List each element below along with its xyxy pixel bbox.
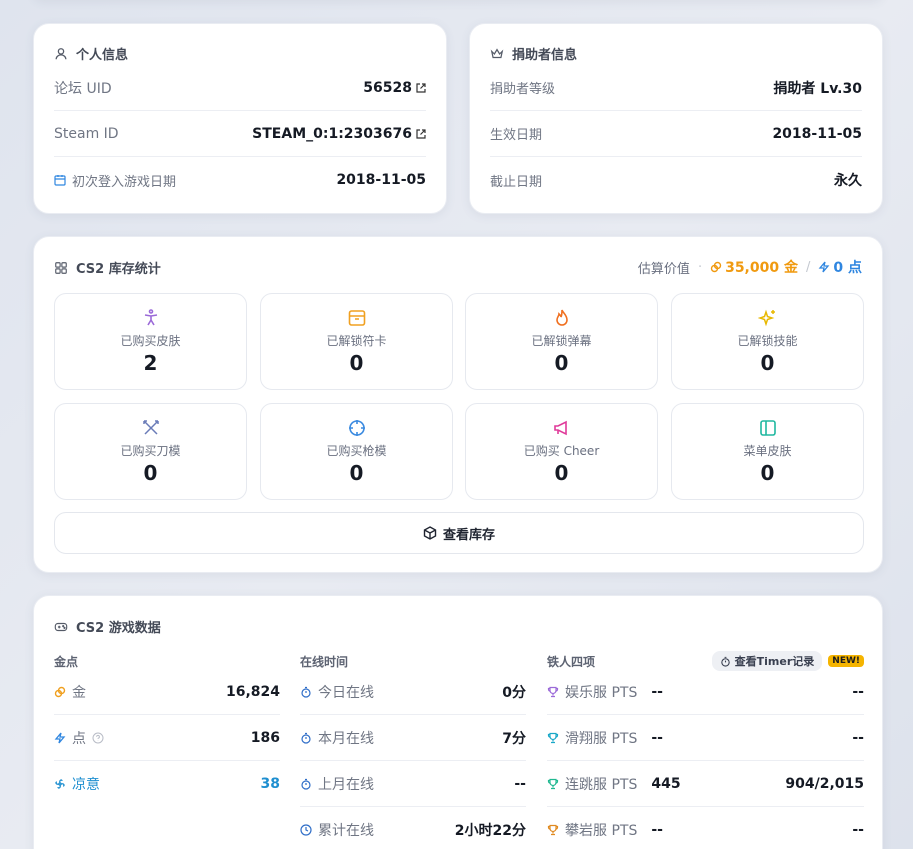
- stat-skins[interactable]: 已购买皮肤 2: [54, 293, 247, 390]
- game-data-title: CS2 游戏数据: [54, 617, 161, 636]
- link-coin-icon: [710, 261, 722, 273]
- megaphone-icon: [553, 420, 567, 436]
- swords-icon: [142, 420, 159, 435]
- trophy-icon: [547, 732, 559, 743]
- expiry-date-value: 永久: [834, 173, 862, 189]
- bolt-icon: [818, 261, 830, 273]
- uid-link[interactable]: 56528: [363, 80, 426, 96]
- box-icon: [423, 526, 437, 540]
- online-today-row: 今日在线 0分: [300, 669, 526, 715]
- external-link-icon: [416, 82, 426, 93]
- estimate-label: 估算价值: [637, 261, 690, 277]
- online-time-header: 在线时间: [300, 655, 349, 669]
- stopwatch-icon: [301, 732, 311, 744]
- inventory-card: CS2 库存统计 估算价值 · 35,000 金 / 0 点 已购买皮肤 2 已…: [33, 236, 883, 573]
- link-coin-icon: [54, 686, 66, 697]
- game-data-card: CS2 游戏数据 金点 金 16,824 点 186 凉意 38 在线时间 今日…: [33, 595, 883, 849]
- crown-icon: [490, 47, 504, 58]
- flame-icon: [555, 309, 568, 326]
- ironman-row: 攀岩服 PTS -- --: [547, 807, 864, 849]
- stat-knife-models[interactable]: 已购买刀模 0: [54, 403, 247, 500]
- personal-info-title: 个人信息: [54, 44, 426, 63]
- stat-cheer[interactable]: 已购买 Cheer 0: [465, 403, 658, 500]
- steam-id-link[interactable]: STEAM_0:1:2303676: [252, 126, 426, 142]
- grid-icon: [55, 261, 67, 274]
- personal-info-card: 个人信息 论坛 UID 56528 Steam ID STEAM_0:1:230…: [33, 23, 447, 214]
- value-separator: /: [805, 259, 811, 275]
- first-login-value: 2018-11-05: [336, 172, 426, 188]
- trophy-icon: [547, 824, 559, 836]
- effective-date-label: 生效日期: [490, 128, 543, 143]
- expiry-date-label: 截止日期: [490, 174, 543, 190]
- ironman-row: 连跳服 PTS 445 904/2,015: [547, 761, 864, 807]
- effective-date-row: 生效日期 2018-11-05: [490, 111, 862, 157]
- ironman-row: 娱乐服 PTS -- --: [547, 669, 864, 715]
- view-inventory-button[interactable]: 查看库存: [54, 512, 864, 554]
- bolt-icon: [54, 732, 66, 743]
- first-login-row: 初次登入游戏日期 2018-11-05: [54, 157, 426, 203]
- online-month-row: 本月在线 7分: [300, 715, 526, 761]
- crosshair-icon: [348, 420, 365, 436]
- stat-menu-skins[interactable]: 菜单皮肤 0: [671, 403, 864, 500]
- external-link-icon: [416, 128, 426, 139]
- new-badge: NEW!: [828, 655, 864, 667]
- stopwatch-icon: [720, 656, 730, 667]
- calendar-icon: [54, 175, 66, 186]
- steam-id-row: Steam ID STEAM_0:1:2303676: [54, 111, 426, 157]
- ironman-header: 铁人四项: [547, 654, 596, 669]
- effective-date-value: 2018-11-05: [772, 125, 862, 142]
- donor-level-row: 捐助者等级 捐助者 Lv.30: [490, 65, 862, 111]
- stat-barrage[interactable]: 已解锁弹幕 0: [465, 293, 658, 390]
- points-estimate: 0 点: [818, 257, 862, 277]
- user-icon: [55, 47, 67, 59]
- clock-icon: [300, 824, 312, 836]
- online-total-row: 累计在线 2小时22分: [300, 807, 526, 849]
- stat-skills[interactable]: 已解锁技能 0: [671, 293, 864, 390]
- steam-id-label: Steam ID: [54, 125, 119, 142]
- gold-row: 金 16,824: [54, 669, 280, 715]
- stopwatch-icon: [301, 778, 311, 790]
- donor-info-card: 捐助者信息 捐助者等级 捐助者 Lv.30 生效日期 2018-11-05 截止…: [469, 23, 883, 214]
- first-login-label: 初次登入游戏日期: [54, 171, 176, 190]
- ironman-row: 滑翔服 PTS -- --: [547, 715, 864, 761]
- fan-icon: [55, 779, 65, 789]
- inventory-title: CS2 库存统计: [54, 258, 161, 277]
- stat-gun-models[interactable]: 已购买枪模 0: [260, 403, 453, 500]
- help-icon[interactable]: [92, 732, 104, 744]
- uid-label: 论坛 UID: [54, 80, 112, 97]
- card-icon: [348, 310, 365, 326]
- donor-level-value: 捐助者 Lv.30: [773, 80, 862, 97]
- online-time-column: 在线时间 今日在线 0分 本月在线 7分 上月在线 -- 累计在线 2小时22分: [300, 653, 526, 849]
- view-timer-button[interactable]: 查看Timer记录: [711, 651, 823, 671]
- dot-separator: ·: [697, 259, 703, 275]
- estimate-value: 估算价值 · 35,000 金 / 0 点: [638, 257, 862, 277]
- ironman-column: 铁人四项 查看Timer记录 NEW! 娱乐服 PTS -- -- 滑翔服 PTS…: [547, 651, 864, 849]
- uid-row: 论坛 UID 56528: [54, 65, 426, 111]
- accessibility-icon: [144, 309, 157, 326]
- stat-spell-cards[interactable]: 已解锁符卡 0: [260, 293, 453, 390]
- currency-header: 金点: [54, 655, 79, 669]
- donor-level-label: 捐助者等级: [490, 82, 556, 97]
- panel-icon: [759, 420, 776, 436]
- gamepad-icon: [54, 622, 68, 631]
- expiry-date-row: 截止日期 永久: [490, 157, 862, 203]
- gold-estimate: 35,000 金: [710, 257, 798, 277]
- points-row: 点 186: [54, 715, 280, 761]
- sparkles-icon: [757, 309, 775, 327]
- cool-row: 凉意 38: [54, 761, 280, 807]
- online-last-month-row: 上月在线 --: [300, 761, 526, 807]
- donor-info-title: 捐助者信息: [490, 44, 862, 63]
- currency-column: 金点 金 16,824 点 186 凉意 38: [54, 653, 280, 807]
- stopwatch-icon: [301, 686, 311, 698]
- trophy-icon: [547, 686, 559, 697]
- trophy-icon: [547, 778, 559, 789]
